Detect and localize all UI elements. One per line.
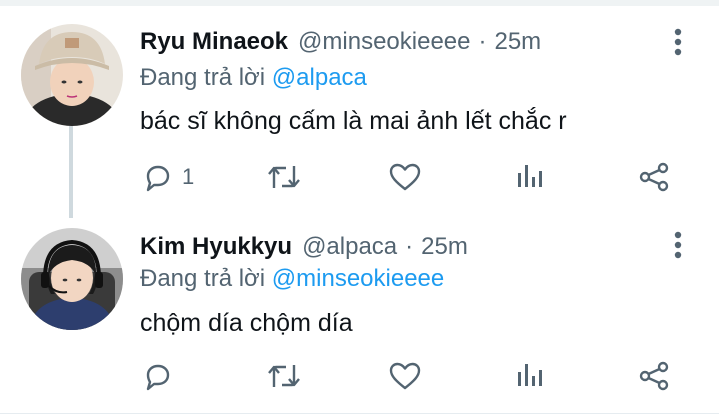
reply-icon [142, 360, 174, 392]
more-vertical-icon[interactable] [664, 24, 692, 60]
timestamp[interactable]: 25m [421, 233, 468, 261]
replying-to: Đang trả lời @alpaca [140, 64, 367, 92]
display-name[interactable]: Ryu Minaeok [140, 28, 288, 56]
views-button[interactable] [515, 157, 545, 197]
more-vertical-icon[interactable] [664, 227, 692, 263]
separator-dot: · [405, 233, 414, 260]
mention-link[interactable]: @alpaca [272, 64, 367, 91]
action-bar: 1 [0, 157, 719, 197]
share-button[interactable] [638, 157, 670, 197]
avatar[interactable] [21, 24, 123, 126]
like-button[interactable] [388, 356, 422, 396]
timestamp[interactable]: 25m [494, 28, 541, 56]
tweet-header: Ryu Minaeok @minseokieeee · 25m [140, 24, 541, 60]
analytics-icon [515, 161, 545, 193]
heart-icon [388, 360, 422, 392]
reply-count: 1 [182, 164, 195, 189]
retweet-button[interactable] [266, 356, 302, 396]
display-name[interactable]: Kim Hyukkyu [140, 233, 292, 261]
analytics-icon [515, 360, 545, 392]
user-handle[interactable]: @minseokieeee [298, 28, 470, 56]
avatar[interactable] [21, 228, 123, 330]
reply-button[interactable] [142, 356, 174, 396]
tweet-text: bác sĩ không cấm là mai ảnh lết chắc r [140, 107, 567, 135]
heart-icon [388, 161, 422, 193]
share-button[interactable] [638, 356, 670, 396]
replying-prefix: Đang trả lời [140, 265, 266, 292]
reply-icon [142, 161, 174, 193]
tweet-header: Kim Hyukkyu @alpaca · 25m [140, 229, 468, 265]
separator-dot: · [478, 28, 487, 55]
retweet-button[interactable] [266, 157, 302, 197]
retweet-icon [266, 161, 302, 193]
tweet[interactable]: Ryu Minaeok @minseokieeee · 25m Đang trả… [0, 6, 719, 211]
replying-prefix: Đang trả lời [140, 64, 266, 91]
mention-link[interactable]: @minseokieeee [272, 265, 444, 292]
like-button[interactable] [388, 157, 422, 197]
views-button[interactable] [515, 356, 545, 396]
user-handle[interactable]: @alpaca [302, 233, 397, 261]
share-icon [638, 360, 670, 392]
replying-to: Đang trả lời @minseokieeee [140, 265, 444, 293]
share-icon [638, 161, 670, 193]
action-bar [0, 356, 719, 396]
tweet[interactable]: Kim Hyukkyu @alpaca · 25m Đang trả lời @… [0, 211, 719, 414]
tweet-text: chộm día chộm día [140, 309, 353, 337]
retweet-icon [266, 360, 302, 392]
reply-button[interactable]: 1 [142, 157, 194, 197]
